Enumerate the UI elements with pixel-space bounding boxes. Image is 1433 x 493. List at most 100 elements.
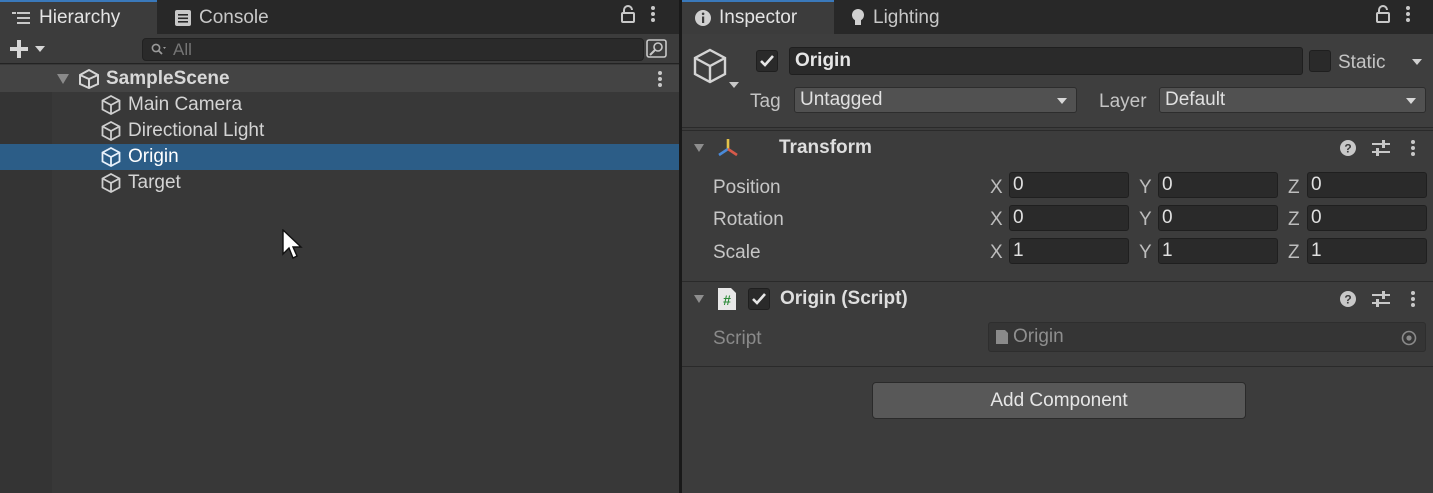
add-component-button[interactable]: Add Component	[872, 382, 1246, 419]
scale-label[interactable]: Scale	[713, 242, 761, 264]
hierarchy-tabbar: Hierarchy Console	[0, 0, 679, 34]
rotation-x-field[interactable]	[1009, 205, 1129, 231]
active-checkbox[interactable]	[756, 50, 778, 72]
gameobject-name-field[interactable]	[789, 47, 1303, 75]
hierarchy-toolbar	[0, 34, 679, 64]
lightbulb-icon	[852, 9, 864, 25]
static-label: Static	[1338, 52, 1386, 73]
hierarchy-search[interactable]	[142, 38, 644, 61]
tab-lighting[interactable]: Lighting	[838, 2, 968, 34]
axis-y-label[interactable]: Y	[1139, 242, 1152, 264]
static-checkbox[interactable]	[1309, 50, 1331, 72]
chevron-down-icon	[1057, 98, 1067, 104]
tree-item-main-camera[interactable]: Main Camera	[0, 92, 679, 118]
tree-item-label: Directional Light	[128, 120, 265, 141]
section-divider	[682, 366, 1433, 367]
tag-dropdown[interactable]: Untagged	[794, 87, 1077, 113]
presets-icon[interactable]	[1371, 139, 1391, 157]
gameobject-cube-icon	[101, 120, 121, 142]
rotation-y-field[interactable]	[1158, 205, 1278, 231]
scene-menu-icon[interactable]	[657, 70, 663, 88]
script-component-header[interactable]: # Origin (Script) ?	[682, 281, 1433, 315]
create-button[interactable]	[8, 37, 56, 61]
script-field-value: Origin	[1013, 326, 1064, 347]
svg-text:#: #	[723, 292, 731, 308]
tab-inspector[interactable]: Inspector	[682, 0, 834, 34]
chevron-down-icon	[1406, 98, 1416, 104]
layer-dropdown[interactable]: Default	[1159, 87, 1426, 113]
component-menu-icon[interactable]	[1410, 139, 1416, 157]
position-y-field[interactable]	[1158, 172, 1278, 198]
tab-hierarchy[interactable]: Hierarchy	[0, 0, 157, 34]
static-dropdown-icon[interactable]	[1411, 58, 1423, 66]
plus-icon	[10, 40, 28, 58]
axis-x-label[interactable]: X	[990, 177, 1003, 199]
axis-y-label[interactable]: Y	[1139, 209, 1152, 231]
position-x-field[interactable]	[1009, 172, 1129, 198]
checkmark-icon	[760, 55, 774, 67]
script-field-label: Script	[713, 328, 762, 349]
mouse-pointer-icon	[282, 229, 303, 259]
position-label[interactable]: Position	[713, 177, 781, 199]
scale-y-field[interactable]	[1158, 238, 1278, 264]
tab-label: Hierarchy	[39, 7, 121, 28]
foldout-open-icon[interactable]	[56, 73, 70, 85]
presets-icon[interactable]	[1371, 290, 1391, 308]
gameobject-icon[interactable]	[692, 48, 740, 90]
search-input[interactable]	[173, 39, 633, 60]
unity-scene-icon	[79, 68, 99, 89]
component-menu-icon[interactable]	[1410, 290, 1416, 308]
tag-value: Untagged	[800, 89, 883, 110]
foldout-open-icon[interactable]	[693, 294, 705, 304]
inspector-tabbar: Inspector Lighting	[682, 0, 1433, 34]
transform-header[interactable]: Transform ?	[682, 130, 1433, 164]
tree-item-target[interactable]: Target	[0, 170, 679, 196]
hierarchy-tree: SampleScene Main Camera Directional Ligh…	[0, 65, 679, 493]
rotation-z-field[interactable]	[1307, 205, 1427, 231]
tree-item-label: Target	[128, 172, 181, 193]
tree-item-origin[interactable]: Origin	[0, 144, 679, 170]
transform-axis-icon	[718, 138, 738, 156]
search-by-type-button[interactable]	[646, 39, 668, 65]
hierarchy-tab-tools	[620, 4, 656, 24]
svg-text:?: ?	[1344, 142, 1351, 156]
hierarchy-panel: Hierarchy Console All SampleScene Main C…	[0, 0, 679, 493]
inspector-tab-tools	[1375, 4, 1411, 24]
script-component-title: Origin (Script)	[780, 287, 908, 309]
help-icon[interactable]: ?	[1339, 139, 1357, 157]
rotation-label[interactable]: Rotation	[713, 209, 784, 231]
tab-label: Lighting	[873, 7, 940, 28]
axis-x-label[interactable]: X	[990, 242, 1003, 264]
axis-z-label[interactable]: Z	[1288, 209, 1300, 231]
transform-title: Transform	[779, 136, 872, 158]
axis-z-label[interactable]: Z	[1288, 177, 1300, 199]
layer-value: Default	[1165, 89, 1226, 110]
axis-z-label[interactable]: Z	[1288, 242, 1300, 264]
scale-x-field[interactable]	[1009, 238, 1129, 264]
search-icon	[151, 43, 166, 55]
position-z-field[interactable]	[1307, 172, 1427, 198]
script-object-field[interactable]: Origin	[988, 322, 1426, 352]
script-file-icon	[996, 330, 1008, 344]
object-picker-icon[interactable]	[1401, 330, 1417, 346]
tab-console[interactable]: Console	[162, 2, 292, 34]
lock-icon[interactable]	[620, 4, 636, 24]
script-enabled-checkbox[interactable]	[748, 287, 770, 310]
tree-item-directional-light[interactable]: Directional Light	[0, 118, 679, 144]
tree-item-label: Origin	[128, 146, 179, 167]
help-icon[interactable]: ?	[1339, 290, 1357, 308]
kebab-menu-icon[interactable]	[650, 4, 656, 24]
lock-icon[interactable]	[1375, 4, 1391, 24]
foldout-open-icon[interactable]	[693, 143, 705, 153]
inspector-panel: Inspector Lighting Origin Static Tag Unt…	[682, 0, 1433, 493]
axis-x-label[interactable]: X	[990, 209, 1003, 231]
gameobject-header: Static Tag Untagged Layer Default	[682, 34, 1433, 128]
scene-row[interactable]: SampleScene	[0, 65, 679, 92]
axis-y-label[interactable]: Y	[1139, 177, 1152, 199]
gameobject-cube-icon	[101, 94, 121, 116]
kebab-menu-icon[interactable]	[1405, 4, 1411, 24]
list-icon	[12, 12, 30, 24]
scale-z-field[interactable]	[1307, 238, 1427, 264]
layer-label: Layer	[1099, 91, 1147, 112]
console-icon	[175, 10, 191, 26]
